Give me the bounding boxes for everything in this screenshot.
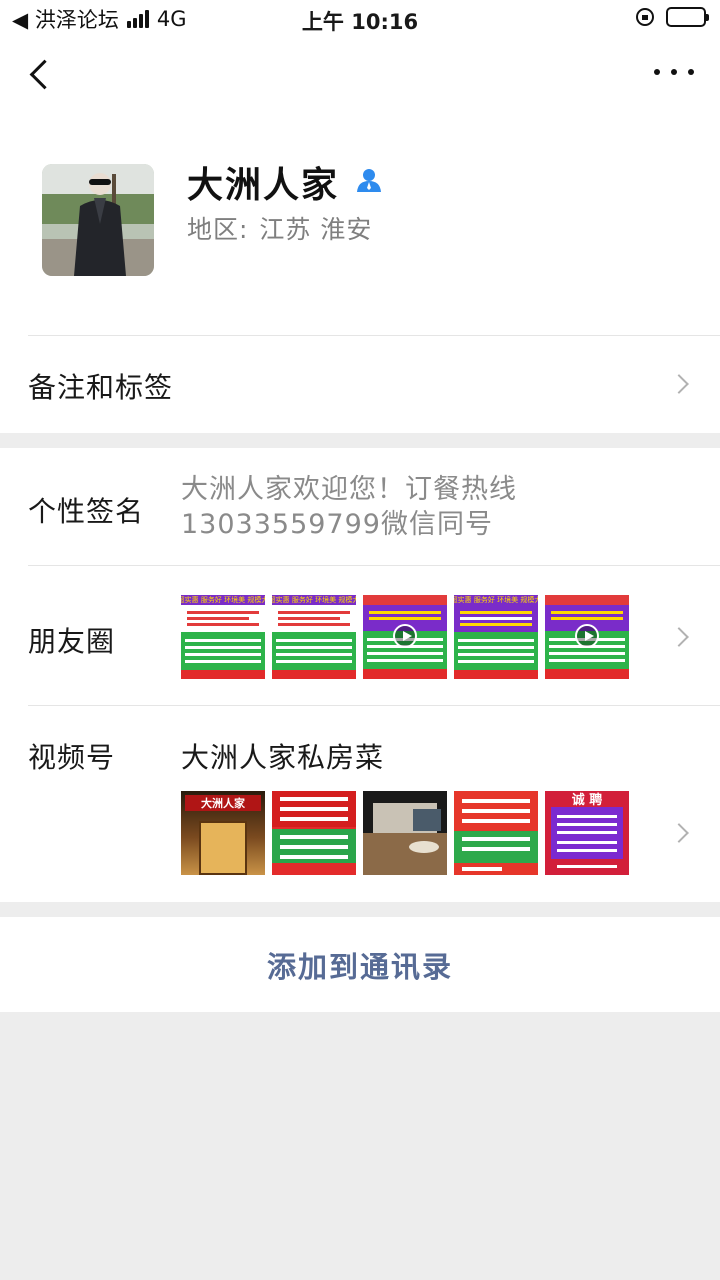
rotation-lock-icon <box>636 8 654 26</box>
signature-label: 个性签名 <box>28 495 145 528</box>
channel-thumb[interactable]: 大洲人家 <box>181 791 265 875</box>
channels-row[interactable]: 视频号 大洲人家私房菜 大洲人家 诚 聘 <box>0 706 720 902</box>
more-dot <box>671 69 677 75</box>
remark-tags-label: 备注和标签 <box>28 371 174 404</box>
person-icon <box>357 169 381 192</box>
battery-icon <box>666 7 709 27</box>
signature-row: 个性签名 大洲人家欢迎您！订餐热线13033559799微信同号 <box>0 448 720 566</box>
moments-thumbnails: 超实惠 服务好 环境美 规模大 超实惠 服务好 环境美 规模大 超实惠 服务好 … <box>181 595 636 679</box>
region-value: 江苏 淮安 <box>259 215 373 244</box>
more-dot <box>688 69 694 75</box>
moment-thumb[interactable]: 超实惠 服务好 环境美 规模大 <box>454 595 538 679</box>
channel-thumb[interactable] <box>454 791 538 875</box>
moment-thumb[interactable] <box>363 595 447 679</box>
region-info: 地区: 江苏 淮安 <box>187 210 372 246</box>
add-contact-section: 添加到通讯录 <box>0 917 720 1012</box>
play-icon <box>575 624 599 648</box>
chevron-right-icon <box>669 823 689 843</box>
moment-thumb[interactable]: 超实惠 服务好 环境美 规模大 <box>181 595 265 679</box>
more-button[interactable] <box>654 62 694 82</box>
channel-name: 大洲人家私房菜 <box>181 741 385 774</box>
channel-thumbnails: 大洲人家 诚 聘 <box>181 791 636 875</box>
nav-bar <box>0 40 720 112</box>
channel-thumb[interactable]: 诚 聘 <box>545 791 629 875</box>
add-contact-button[interactable]: 添加到通讯录 <box>0 917 720 1012</box>
channel-thumb[interactable] <box>363 791 447 875</box>
status-right <box>636 7 709 27</box>
remark-tags-row[interactable]: 备注和标签 <box>0 336 720 433</box>
moment-thumb[interactable] <box>545 595 629 679</box>
region-label: 地区: <box>187 215 249 244</box>
play-icon <box>393 624 417 648</box>
avatar[interactable] <box>42 164 154 276</box>
profile-name: 大洲人家 <box>187 165 340 206</box>
channels-label: 视频号 <box>28 741 116 774</box>
chevron-right-icon <box>669 627 689 647</box>
channel-thumb[interactable] <box>272 791 356 875</box>
moments-label: 朋友圈 <box>28 625 116 658</box>
back-button[interactable] <box>22 54 62 94</box>
more-dot <box>654 69 660 75</box>
signature-text: 大洲人家欢迎您！订餐热线13033559799微信同号 <box>181 474 517 540</box>
moment-thumb[interactable]: 超实惠 服务好 环境美 规模大 <box>272 595 356 679</box>
moments-row[interactable]: 朋友圈 超实惠 服务好 环境美 规模大 超实惠 服务好 环境美 规模大 超实惠 … <box>0 566 720 706</box>
profile-header: 大洲人家 地区: 江苏 淮安 <box>0 112 720 336</box>
status-bar: ◀ 洪泽论坛 4G 上午 10:16 <box>0 0 720 40</box>
status-time: 上午 10:16 <box>301 10 419 34</box>
chevron-right-icon <box>669 374 689 394</box>
